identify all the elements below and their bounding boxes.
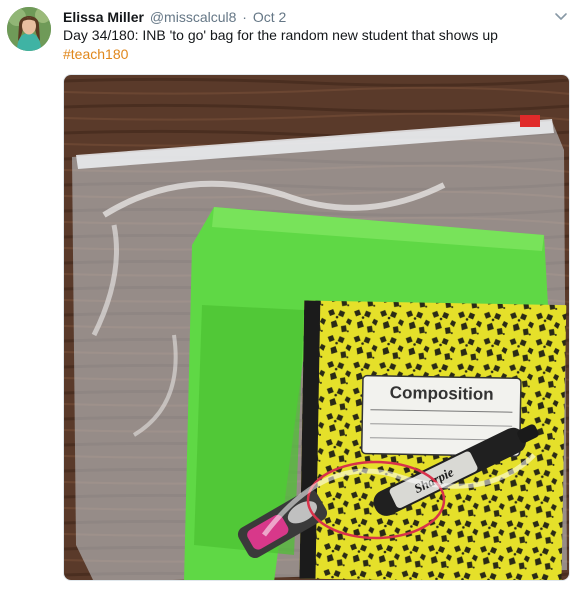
- tweet: Elissa Miller @misscalcul8 · Oct 2 Day 3…: [0, 0, 578, 591]
- tweet-photo[interactable]: Composition Sharpie: [63, 74, 570, 581]
- avatar[interactable]: [7, 7, 51, 51]
- notebook-label: Composition: [390, 383, 494, 404]
- author-handle[interactable]: @misscalcul8: [150, 9, 237, 25]
- header-separator: ·: [242, 9, 247, 25]
- avatar-photo-icon: [7, 7, 51, 51]
- photo-image: Composition Sharpie: [64, 75, 569, 580]
- author-display-name[interactable]: Elissa Miller: [63, 9, 144, 25]
- tweet-date[interactable]: Oct 2: [253, 9, 286, 25]
- hashtag-link[interactable]: #teach180: [63, 45, 128, 64]
- tweet-text: Day 34/180: INB 'to go' bag for the rand…: [63, 27, 498, 43]
- more-options-button[interactable]: [553, 10, 569, 22]
- chevron-down-icon: [555, 13, 567, 20]
- tweet-header: Elissa Miller @misscalcul8 · Oct 2: [63, 7, 286, 27]
